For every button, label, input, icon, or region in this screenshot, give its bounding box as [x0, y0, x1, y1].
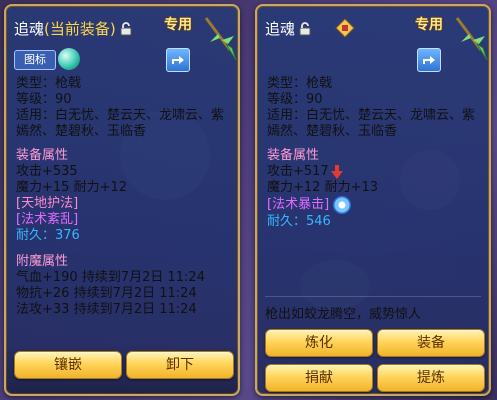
item-type: 类型：枪戟 [267, 76, 333, 91]
inlay-button[interactable]: 镶嵌 [14, 351, 122, 379]
attack-stat: 攻击+535 [16, 164, 78, 179]
refine-button[interactable]: 炼化 [265, 329, 373, 357]
magic-stamina-stat: 魔力+15 耐力+12 [16, 180, 128, 195]
item-title: 追魂 [265, 18, 311, 39]
divider [265, 296, 481, 297]
item-info: 类型：枪戟 等级：90 适用：白无忧、楚云天、龙啸云、紫嫣然、楚碧秋、玉临香 装… [16, 76, 232, 318]
item-info: 类型：枪戟 等级：90 适用：白无忧、楚云天、龙啸云、紫嫣然、楚碧秋、玉临香 装… [267, 76, 483, 230]
share-icon[interactable] [166, 48, 190, 72]
enchant-line: 气血+190 持续到7月2日 11:24 [16, 270, 205, 285]
seal-icon [335, 18, 355, 38]
compare-equipment-panel: 追魂 专用 类型：枪戟 等级：90 适用：白无忧、楚云天、龙啸云、紫嫣然、楚碧秋… [255, 4, 491, 396]
item-applicable: 适用：白无忧、楚云天、龙啸云、紫嫣然、楚碧秋、玉临香 [267, 108, 476, 139]
down-arrow-icon [330, 165, 343, 179]
item-name: 追魂 [265, 20, 296, 38]
extract-button[interactable]: 提炼 [377, 364, 485, 392]
weapon-icon [204, 17, 237, 61]
lock-icon[interactable] [299, 21, 311, 36]
item-level: 等级：90 [267, 92, 323, 107]
item-level: 等级：90 [16, 92, 72, 107]
item-title: 追魂 (当前装备) [14, 18, 132, 39]
durability: 耐久：546 [267, 214, 331, 229]
share-icon[interactable] [417, 48, 441, 72]
current-equipment-panel: 追魂 (当前装备) 专用 图标 类型：枪戟 等级：90 适用：白无忧、楚云天、龙啸… [4, 4, 240, 396]
skill-tiandi: [天地护法] [16, 196, 79, 211]
exclusive-badge: 专用 [415, 17, 443, 33]
exclusive-badge: 专用 [164, 17, 192, 33]
attack-stat: 攻击+517 [267, 164, 329, 179]
attack-row: 攻击+517 [267, 164, 483, 180]
item-name: 追魂 [14, 20, 45, 38]
skill-baoji: [法术暴击] [267, 197, 330, 212]
enchant-header: 附魔属性 [16, 254, 69, 269]
magic-stamina-stat: 魔力+12 耐力+13 [267, 180, 379, 195]
unequip-button[interactable]: 卸下 [126, 351, 234, 379]
weapon-icon [455, 17, 488, 61]
attributes-header: 装备属性 [16, 148, 69, 163]
gem-icon [58, 48, 80, 70]
equip-button[interactable]: 装备 [377, 329, 485, 357]
attributes-header: 装备属性 [267, 148, 320, 163]
item-applicable: 适用：白无忧、楚云天、龙啸云、紫嫣然、楚碧秋、玉临香 [16, 108, 225, 139]
skill-row: [法术暴击] [267, 196, 483, 214]
skill-wenluan: [法术紊乱] [16, 212, 79, 227]
durability: 耐久：376 [16, 228, 80, 243]
lock-icon[interactable] [120, 21, 132, 36]
enchant-line: 物抗+26 持续到7月2日 11:24 [16, 286, 197, 301]
donate-button[interactable]: 捐献 [265, 364, 373, 392]
flavor-text: 枪出如蛟龙腾空，威势惊人 [265, 307, 422, 322]
enchant-line: 法攻+33 持续到7月2日 11:24 [16, 302, 197, 317]
icon-button[interactable]: 图标 [14, 50, 56, 70]
skill-swirl-icon [333, 196, 352, 214]
item-type: 类型：枪戟 [16, 76, 82, 91]
item-status: (当前装备) [44, 20, 116, 38]
